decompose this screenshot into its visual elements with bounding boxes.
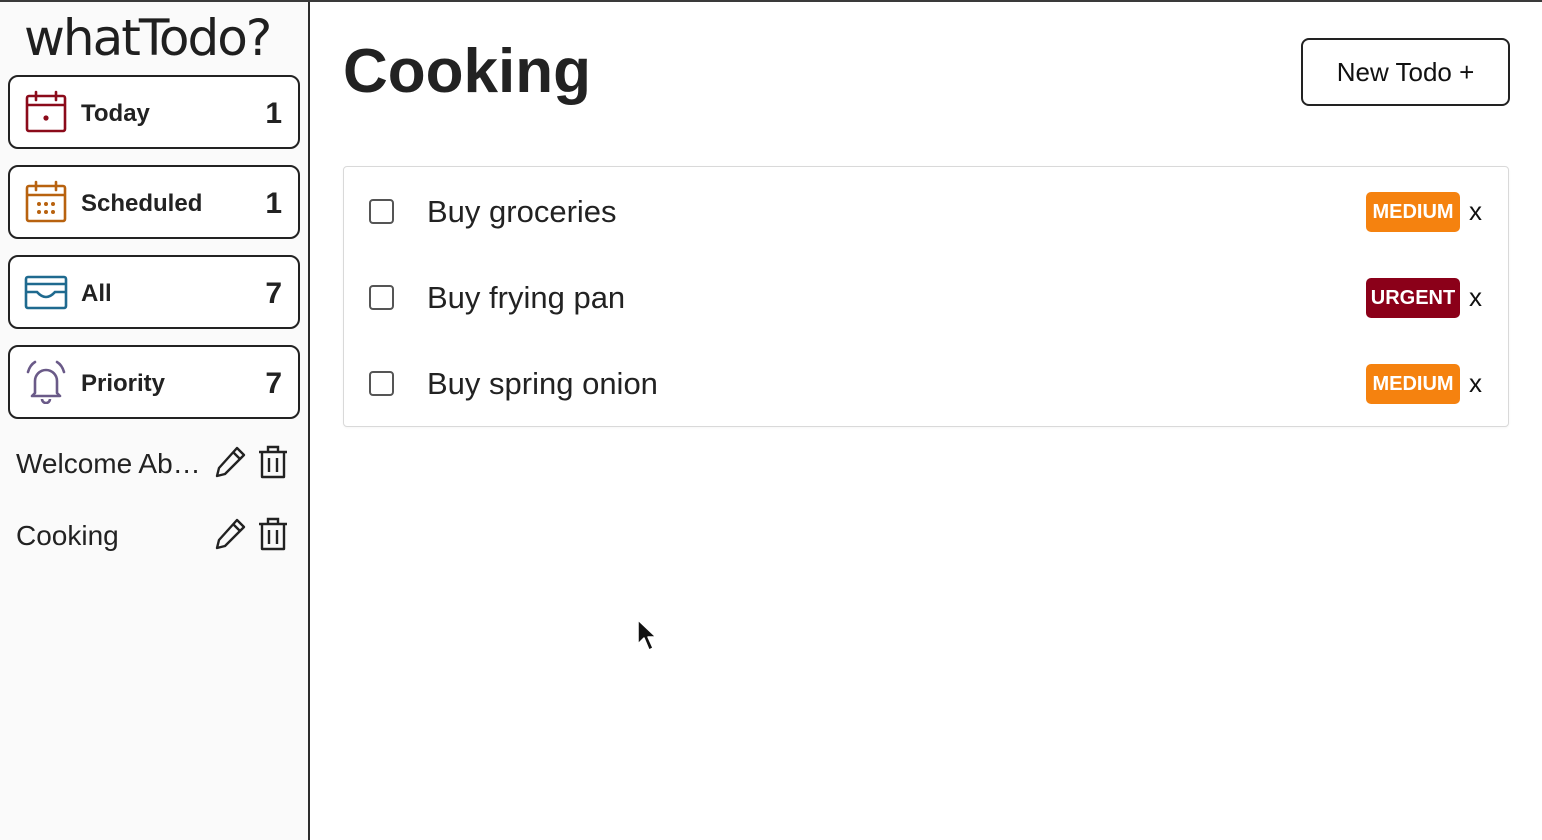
sidebar-filter-count: 7 (265, 367, 282, 400)
todo-checkbox[interactable] (369, 199, 394, 224)
sidebar-filter-today[interactable]: Today 1 (8, 75, 300, 149)
calendar-day-icon (25, 90, 67, 133)
project-name: Welcome Aboard (16, 448, 204, 479)
sidebar: whatTodo? Today 1 Scheduled 1 All 7 Prio… (0, 2, 310, 840)
sidebar-filter-label: Today (81, 100, 150, 127)
todo-text: Buy frying pan (427, 280, 626, 315)
sidebar-filter-label: Priority (81, 370, 166, 397)
sidebar-filter-count: 7 (265, 277, 282, 310)
todo-row: Buy spring onion MEDIUM x (344, 340, 1508, 426)
app-logo: whatTodo? (24, 9, 272, 67)
sidebar-filter-count: 1 (265, 187, 282, 220)
sidebar-filter-label: Scheduled (81, 190, 203, 217)
project-name: Cooking (16, 520, 119, 551)
pencil-icon[interactable] (214, 444, 248, 480)
todo-row: Buy groceries MEDIUM x (344, 168, 1508, 254)
todo-row: Buy frying pan URGENT x (344, 254, 1508, 340)
project-item-cooking[interactable]: Cooking (16, 515, 296, 555)
sidebar-filter-count: 1 (265, 97, 282, 130)
trash-icon[interactable] (256, 444, 290, 480)
priority-badge: URGENT (1366, 278, 1460, 318)
todo-list: Buy groceries MEDIUM x Buy frying pan UR… (343, 166, 1509, 427)
inbox-icon (24, 275, 68, 310)
todo-text: Buy groceries (427, 194, 617, 229)
alarm-bell-icon (26, 360, 66, 404)
sidebar-filter-all[interactable]: All 7 (8, 255, 300, 329)
trash-icon[interactable] (256, 516, 290, 552)
calendar-grid-icon (25, 180, 67, 223)
sidebar-filter-scheduled[interactable]: Scheduled 1 (8, 165, 300, 239)
pencil-icon[interactable] (214, 516, 248, 552)
new-todo-button[interactable]: New Todo + (1301, 38, 1510, 106)
delete-todo-button[interactable]: x (1469, 282, 1482, 313)
sidebar-filter-priority[interactable]: Priority 7 (8, 345, 300, 419)
mouse-pointer-icon (637, 619, 657, 651)
todo-text: Buy spring onion (427, 366, 658, 401)
page-title: Cooking (343, 37, 591, 106)
delete-todo-button[interactable]: x (1469, 368, 1482, 399)
todo-checkbox[interactable] (369, 371, 394, 396)
priority-badge: MEDIUM (1366, 364, 1460, 404)
sidebar-filter-label: All (81, 280, 112, 307)
delete-todo-button[interactable]: x (1469, 196, 1482, 227)
priority-badge: MEDIUM (1366, 192, 1460, 232)
project-item-welcome[interactable]: Welcome Aboard (16, 443, 296, 483)
todo-checkbox[interactable] (369, 285, 394, 310)
